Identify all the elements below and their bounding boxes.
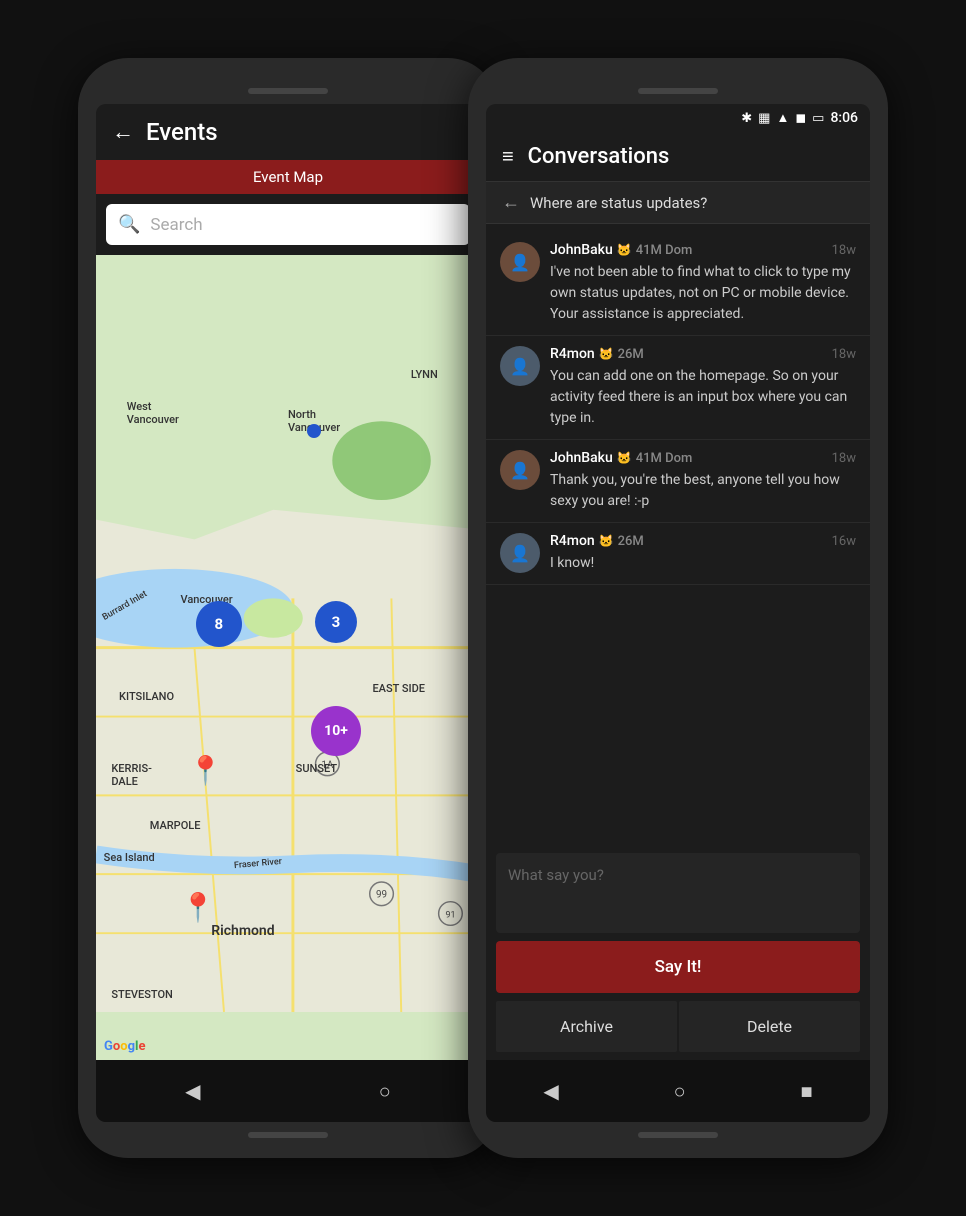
archive-button[interactable]: Archive [496,1001,677,1052]
author-badge-3: 🐱 [617,451,632,465]
message-content-2: R4mon 🐱 26M 18w You can add one on the h… [550,346,856,429]
messages-area: 👤 JohnBaku 🐱 41M Dom 18w I've not been a… [486,224,870,845]
message-time-4: 16w [832,534,856,549]
author-badge-2: 🐱 [599,347,614,361]
search-bar[interactable]: 🔍 Search [106,204,470,245]
svg-text:1A: 1A [321,760,334,771]
compose-placeholder: What say you? [508,866,604,884]
wifi-icon: ▲ [776,110,789,126]
conversations-title: Conversations [528,144,670,169]
message-author-2: R4mon 🐱 26M [550,346,644,362]
topic-back-icon[interactable]: ← [502,192,520,213]
map-pin-1[interactable]: 📍 [188,754,223,787]
events-header: ← Events [96,104,480,160]
avatar-johnbaku-2: 👤 [500,450,540,490]
author-badge-1: 🐱 [617,243,632,257]
message-author-3: JohnBaku 🐱 41M Dom [550,450,692,466]
author-meta-3: 41M Dom [636,451,693,466]
conversations-header: ≡ Conversations [486,132,870,182]
message-time-1: 18w [832,243,856,258]
nav-home-right[interactable]: ○ [674,1079,686,1104]
map-container[interactable]: 1A 99 91 WestVancouver NorthVancouver [96,255,480,1060]
message-time-2: 18w [832,347,856,362]
back-button[interactable]: ← [112,119,134,145]
message-text-3: Thank you, you're the best, anyone tell … [550,470,856,512]
action-row: Archive Delete [496,1001,860,1052]
cluster-10plus[interactable]: 10+ [311,706,361,756]
message-item-3: 👤 JohnBaku 🐱 41M Dom 18w Thank you, you'… [486,440,870,523]
message-item-4: 👤 R4mon 🐱 26M 16w I know! [486,523,870,585]
event-map-tab[interactable]: Event Map [96,160,480,194]
status-time: 8:06 [830,110,858,126]
delete-button[interactable]: Delete [679,1001,860,1052]
message-content-3: JohnBaku 🐱 41M Dom 18w Thank you, you're… [550,450,856,512]
message-header-2: R4mon 🐱 26M 18w [550,346,856,362]
scene: ← Events Event Map 🔍 Search [0,0,966,1216]
compose-area[interactable]: What say you? [496,853,860,933]
left-phone: ← Events Event Map 🔍 Search [78,58,498,1158]
bottom-bar-right [638,1132,718,1138]
map-svg: 1A 99 91 [96,255,480,1060]
search-icon: 🔍 [118,214,140,235]
message-item-2: 👤 R4mon 🐱 26M 18w You can add one on the… [486,336,870,440]
message-text-4: I know! [550,553,856,574]
say-it-button[interactable]: Say It! [496,941,860,993]
google-logo: Google [104,1039,145,1054]
author-meta-1: 41M Dom [636,243,693,258]
message-item: 👤 JohnBaku 🐱 41M Dom 18w I've not been a… [486,232,870,336]
signal-icon: ◼ [795,111,806,126]
author-meta-2: 26M [618,347,644,362]
message-text-1: I've not been able to find what to click… [550,262,856,325]
avatar-johnbaku-1: 👤 [500,242,540,282]
right-nav-bar: ◀ ○ ■ [486,1060,870,1122]
bottom-bar-left [248,1132,328,1138]
message-time-3: 18w [832,451,856,466]
battery-icon: ▭ [812,111,824,126]
status-bar: ✱ ▦ ▲ ◼ ▭ 8:06 [486,104,870,132]
notch-bar-left [248,88,328,94]
message-author-4: R4mon 🐱 26M [550,533,644,549]
author-badge-4: 🐱 [599,534,614,548]
nav-back-right[interactable]: ◀ [543,1079,558,1103]
right-screen: ✱ ▦ ▲ ◼ ▭ 8:06 ≡ Conversations ← Where a… [486,104,870,1122]
cluster-3[interactable]: 3 [315,601,357,643]
message-header-4: R4mon 🐱 26M 16w [550,533,856,549]
author-meta-4: 26M [618,534,644,549]
cluster-8[interactable]: 8 [196,601,242,647]
left-nav-bar: ◀ ○ [96,1060,480,1122]
message-text-2: You can add one on the homepage. So on y… [550,366,856,429]
vibrate-icon: ▦ [758,111,770,126]
nav-home-left[interactable]: ○ [379,1079,391,1104]
hamburger-icon[interactable]: ≡ [502,144,514,169]
topic-text: Where are status updates? [530,194,707,212]
bluetooth-icon: ✱ [741,111,752,126]
right-phone: ✱ ▦ ▲ ◼ ▭ 8:06 ≡ Conversations ← Where a… [468,58,888,1158]
nav-back-left[interactable]: ◀ [185,1079,200,1103]
map-pin-2[interactable]: 📍 [180,891,215,924]
search-placeholder: Search [150,215,202,235]
left-screen: ← Events Event Map 🔍 Search [96,104,480,1122]
svg-text:91: 91 [445,910,455,920]
message-content-4: R4mon 🐱 26M 16w I know! [550,533,856,574]
topic-bar: ← Where are status updates? [486,182,870,224]
events-title: Events [146,118,218,146]
avatar-r4mon-2: 👤 [500,533,540,573]
message-header-1: JohnBaku 🐱 41M Dom 18w [550,242,856,258]
svg-text:99: 99 [376,890,387,901]
message-content-1: JohnBaku 🐱 41M Dom 18w I've not been abl… [550,242,856,325]
nav-square-right[interactable]: ■ [800,1079,812,1104]
message-header-3: JohnBaku 🐱 41M Dom 18w [550,450,856,466]
avatar-r4mon-1: 👤 [500,346,540,386]
message-author-1: JohnBaku 🐱 41M Dom [550,242,692,258]
notch-bar-right [638,88,718,94]
